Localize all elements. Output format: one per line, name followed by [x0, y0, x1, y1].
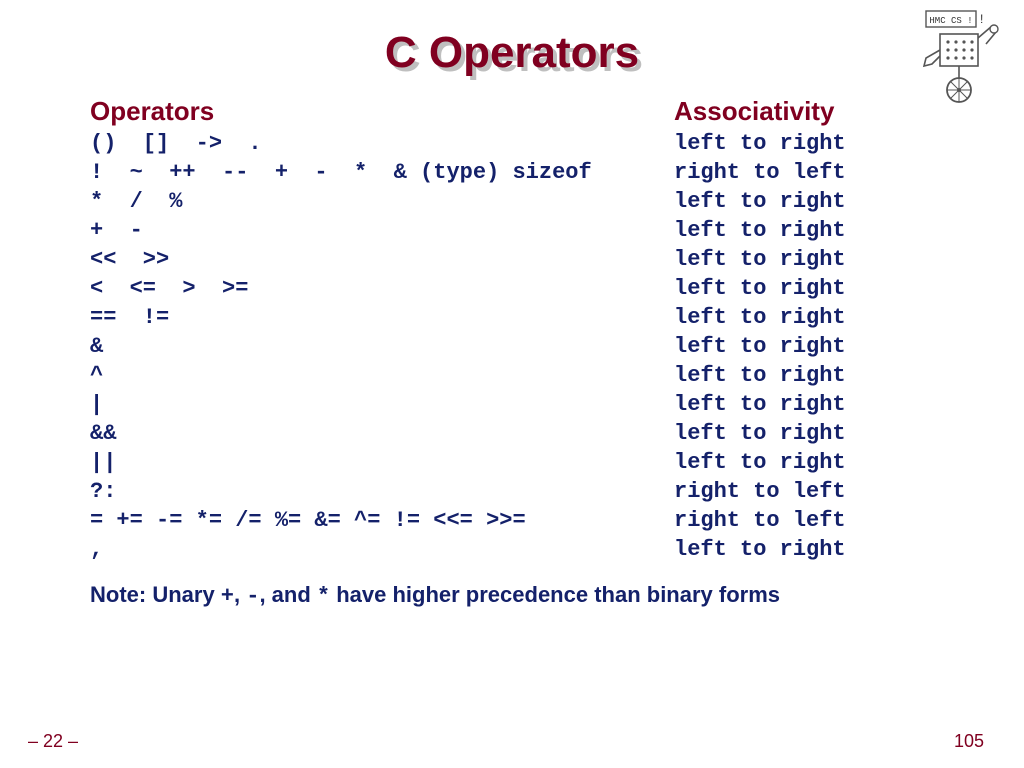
table-row: ?:right to left [90, 477, 940, 506]
assoc-cell: left to right [674, 535, 934, 564]
assoc-cell: left to right [674, 390, 934, 419]
slide: C Operators C Operators HMC CS ! ! Opera… [0, 0, 1024, 768]
operators-cell: () [] -> . [90, 129, 674, 158]
note-text: , [234, 582, 246, 607]
assoc-cell: left to right [674, 129, 934, 158]
operators-cell: ^ [90, 361, 674, 390]
note-mono: - [246, 584, 259, 609]
operators-cell: < <= > >= [90, 274, 674, 303]
operators-cell: | [90, 390, 674, 419]
table-row: < <= > >=left to right [90, 274, 940, 303]
table-row: &&left to right [90, 419, 940, 448]
table-row: = += -= *= /= %= &= ^= != <<= >>=right t… [90, 506, 940, 535]
operators-cell: * / % [90, 187, 674, 216]
logo-text: HMC CS ! [929, 16, 972, 26]
assoc-cell: left to right [674, 419, 934, 448]
table-row: ^left to right [90, 361, 940, 390]
assoc-cell: left to right [674, 303, 934, 332]
table-row: ,left to right [90, 535, 940, 564]
operators-cell: == != [90, 303, 674, 332]
content: Operators Associativity () [] -> .left t… [90, 96, 940, 609]
assoc-cell: left to right [674, 274, 934, 303]
note-mono: * [317, 584, 330, 609]
table-row: << >>left to right [90, 245, 940, 274]
operators-cell: << >> [90, 245, 674, 274]
operators-cell: ! ~ ++ -- + - * & (type) sizeof [90, 158, 674, 187]
assoc-cell: left to right [674, 361, 934, 390]
footer-left: – 22 – [28, 731, 78, 752]
table-row: == !=left to right [90, 303, 940, 332]
table-row: ! ~ ++ -- + - * & (type) sizeofright to … [90, 158, 940, 187]
table-row: () [] -> .left to right [90, 129, 940, 158]
assoc-cell: right to left [674, 506, 934, 535]
operators-cell: , [90, 535, 674, 564]
assoc-cell: right to left [674, 158, 934, 187]
footer-right: 105 [954, 731, 984, 752]
header-operators: Operators [90, 96, 674, 127]
operators-cell: & [90, 332, 674, 361]
note: Note: Unary +, -, and * have higher prec… [90, 582, 940, 609]
operators-cell: && [90, 419, 674, 448]
table-row: |left to right [90, 390, 940, 419]
table-body: () [] -> .left to right ! ~ ++ -- + - * … [90, 129, 940, 564]
slide-title: C Operators [0, 28, 1024, 78]
assoc-cell: left to right [674, 187, 934, 216]
slide-title-wrap: C Operators C Operators [0, 28, 1024, 78]
hmc-cs-logo: HMC CS ! ! [918, 8, 1004, 103]
table-header: Operators Associativity [90, 96, 940, 127]
assoc-cell: left to right [674, 448, 934, 477]
operators-cell: ?: [90, 477, 674, 506]
assoc-cell: left to right [674, 332, 934, 361]
operators-cell: + - [90, 216, 674, 245]
table-row: ||left to right [90, 448, 940, 477]
note-text: have higher precedence than binary forms [330, 582, 780, 607]
table-row: * / %left to right [90, 187, 940, 216]
operators-cell: || [90, 448, 674, 477]
note-text: Note: Unary [90, 582, 221, 607]
logo-svg: HMC CS ! ! [918, 8, 1004, 103]
table-row: &left to right [90, 332, 940, 361]
assoc-cell: left to right [674, 216, 934, 245]
operators-cell: = += -= *= /= %= &= ^= != <<= >>= [90, 506, 674, 535]
svg-text:!: ! [980, 12, 983, 26]
assoc-cell: right to left [674, 477, 934, 506]
note-mono: + [221, 584, 234, 609]
header-associativity: Associativity [674, 96, 934, 127]
assoc-cell: left to right [674, 245, 934, 274]
table-row: + -left to right [90, 216, 940, 245]
note-text: , and [259, 582, 316, 607]
